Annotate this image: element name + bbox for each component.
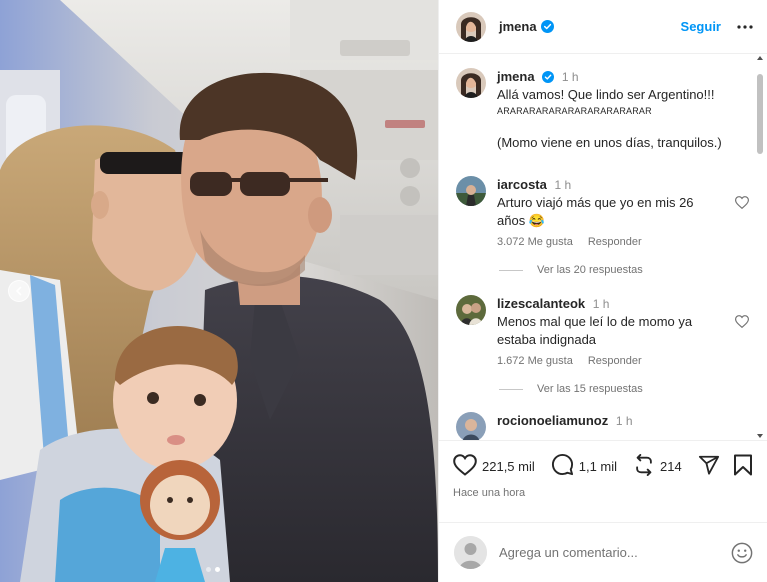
comment-likes[interactable]: 3.072 Me gusta — [497, 236, 573, 248]
reply-button[interactable]: Responder — [588, 355, 642, 367]
comment-input[interactable] — [499, 545, 731, 560]
post-photo-image — [0, 0, 438, 582]
carousel-indicator — [206, 567, 220, 572]
reposts-count[interactable]: 214 — [660, 459, 682, 474]
likes-count[interactable]: 221,5 mil — [482, 459, 535, 474]
post-actions: 221,5 mil 1,1 mil 214 Hace una hora — [439, 440, 767, 522]
comment-header: lizescalanteok 1 h — [497, 295, 751, 313]
action-bar: 221,5 mil 1,1 mil 214 — [453, 453, 753, 479]
comment-body: lizescalanteok 1 h Menos mal que leí lo … — [497, 295, 751, 367]
post-timestamp[interactable]: Hace una hora — [453, 487, 753, 499]
comment-text: Menos mal que leí lo de momo ya estaba i… — [497, 314, 693, 347]
commenter-avatar[interactable] — [456, 412, 486, 440]
repost-button[interactable]: 214 — [633, 453, 698, 479]
reply-button[interactable]: Responder — [588, 236, 642, 248]
comment-composer — [439, 522, 767, 582]
comment-button[interactable]: 1,1 mil — [551, 453, 633, 479]
replies-divider — [499, 269, 523, 271]
caption-note: (Momo viene en unos días, tranquilos.) — [497, 135, 722, 150]
more-options-icon[interactable] — [737, 24, 753, 29]
comments-scrollbar[interactable] — [756, 54, 764, 440]
carousel-dot-active[interactable] — [215, 567, 220, 572]
caption-body: jmena 1 h Allá vamos! Que lindo ser Arge… — [497, 68, 751, 150]
comment-item: rocionoeliamunoz 1 h — [456, 412, 751, 440]
carousel-prev-button[interactable] — [8, 280, 30, 302]
comment-header: rocionoeliamunoz 1 h — [497, 412, 751, 430]
comment-item: iarcosta 1 h Arturo viajó más que yo en … — [456, 176, 751, 248]
replies-divider — [499, 388, 523, 390]
comment-time[interactable]: 1 h — [593, 297, 610, 311]
caption-time[interactable]: 1 h — [562, 70, 579, 84]
save-button[interactable] — [733, 454, 753, 479]
post-details-panel: jmena Seguir jmena 1 h Allá vamos! Que l… — [438, 0, 767, 582]
view-replies-label: Ver las 20 respuestas — [537, 264, 643, 276]
scroll-up-arrow-icon[interactable] — [757, 56, 763, 60]
caption-author-avatar[interactable] — [456, 68, 486, 98]
heart-icon[interactable] — [734, 196, 750, 212]
like-button[interactable]: 221,5 mil — [453, 453, 551, 479]
caption-text: Allá vamos! Que lindo ser Argentino!!! — [497, 87, 715, 102]
emoji-smile-icon[interactable] — [731, 542, 753, 564]
comment-text: Arturo viajó más que yo en mis 26 años 😂 — [497, 195, 694, 228]
heart-icon — [453, 453, 477, 479]
verified-badge-icon — [540, 20, 554, 33]
comment-username[interactable]: lizescalanteok — [497, 296, 585, 311]
comment-bubble-icon — [551, 453, 574, 479]
current-user-avatar[interactable] — [454, 536, 487, 569]
instagram-post-window: jmena Seguir jmena 1 h Allá vamos! Que l… — [0, 0, 767, 582]
commenter-avatar[interactable] — [456, 295, 486, 325]
repost-icon — [633, 453, 655, 479]
post-caption: jmena 1 h Allá vamos! Que lindo ser Arge… — [456, 68, 751, 150]
caption-header: jmena 1 h — [497, 68, 751, 86]
chevron-left-icon — [14, 286, 24, 296]
comment-time[interactable]: 1 h — [555, 178, 572, 192]
commenter-avatar[interactable] — [456, 176, 486, 206]
comment-username[interactable]: iarcosta — [497, 177, 547, 192]
view-replies-button[interactable]: Ver las 20 respuestas — [499, 264, 751, 276]
comment-body: rocionoeliamunoz 1 h — [497, 412, 751, 440]
comment-body: iarcosta 1 h Arturo viajó más que yo en … — [497, 176, 751, 248]
comment-time[interactable]: 1 h — [616, 414, 633, 428]
caption-small-text: ARARARARARARARARARARARAR — [497, 106, 652, 116]
view-replies-button[interactable]: Ver las 15 respuestas — [499, 383, 751, 395]
comment-meta: 3.072 Me gusta Responder — [497, 236, 751, 248]
scroll-thumb[interactable] — [757, 74, 763, 154]
view-replies-label: Ver las 15 respuestas — [537, 383, 643, 395]
author-avatar[interactable] — [456, 11, 486, 42]
author-username[interactable]: jmena — [499, 19, 537, 34]
comment-username[interactable]: rocionoeliamunoz — [497, 413, 608, 428]
follow-button[interactable]: Seguir — [681, 19, 721, 34]
comment-header: iarcosta 1 h — [497, 176, 751, 194]
verified-badge-icon — [542, 71, 555, 83]
bookmark-icon — [733, 454, 753, 479]
comment-item: lizescalanteok 1 h Menos mal que leí lo … — [456, 295, 751, 367]
share-button[interactable] — [698, 454, 720, 479]
comment-meta: 1.672 Me gusta Responder — [497, 355, 751, 367]
carousel-dot[interactable] — [206, 567, 211, 572]
post-photo[interactable] — [0, 0, 438, 582]
comments-count[interactable]: 1,1 mil — [579, 459, 617, 474]
heart-icon[interactable] — [734, 315, 750, 331]
comment-likes[interactable]: 1.672 Me gusta — [497, 355, 573, 367]
post-header: jmena Seguir — [439, 0, 767, 54]
scroll-down-arrow-icon[interactable] — [757, 434, 763, 438]
share-send-icon — [698, 454, 720, 479]
comments-list[interactable]: jmena 1 h Allá vamos! Que lindo ser Arge… — [439, 54, 767, 440]
caption-username[interactable]: jmena — [497, 69, 535, 84]
